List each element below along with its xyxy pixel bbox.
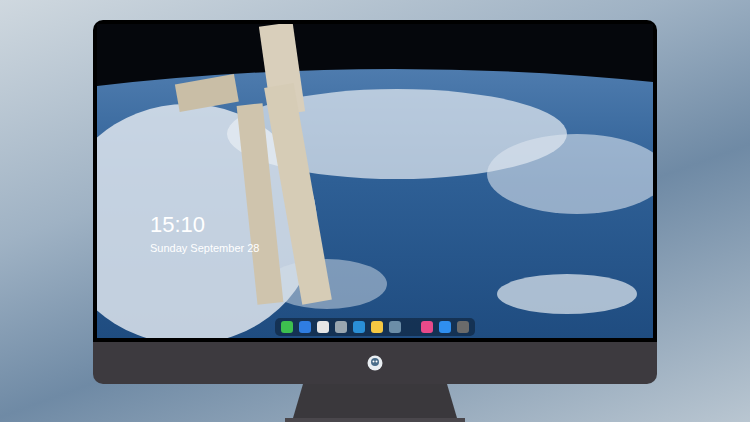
monitor-stand — [285, 384, 465, 422]
dock-wrap — [97, 318, 653, 336]
lock-clock: 15:10 Sunday September 28 — [150, 212, 259, 255]
monitor: 15:10 Sunday September 28 — [93, 20, 657, 384]
dock-app-icon[interactable] — [371, 321, 383, 333]
dock-app-icon[interactable] — [299, 321, 311, 333]
desktop-mockup: 15:10 Sunday September 28 — [0, 0, 750, 422]
dock-app-icon[interactable] — [335, 321, 347, 333]
time-text: 15:10 — [150, 212, 259, 238]
dock-app-icon[interactable] — [353, 321, 365, 333]
dock-app-icon[interactable] — [389, 321, 401, 333]
dock-app-icon[interactable] — [317, 321, 329, 333]
brand-logo-icon — [367, 355, 383, 371]
dock — [275, 318, 475, 336]
dock-app-icon[interactable] — [439, 321, 451, 333]
dock-app-icon[interactable] — [421, 321, 433, 333]
date-text: Sunday September 28 — [150, 241, 259, 255]
wallpaper-photo — [97, 24, 653, 338]
dock-app-icon[interactable] — [281, 321, 293, 333]
screen: 15:10 Sunday September 28 — [97, 24, 653, 338]
monitor-bezel: 15:10 Sunday September 28 — [93, 20, 657, 342]
monitor-chin — [93, 342, 657, 384]
dock-app-icon[interactable] — [457, 321, 469, 333]
